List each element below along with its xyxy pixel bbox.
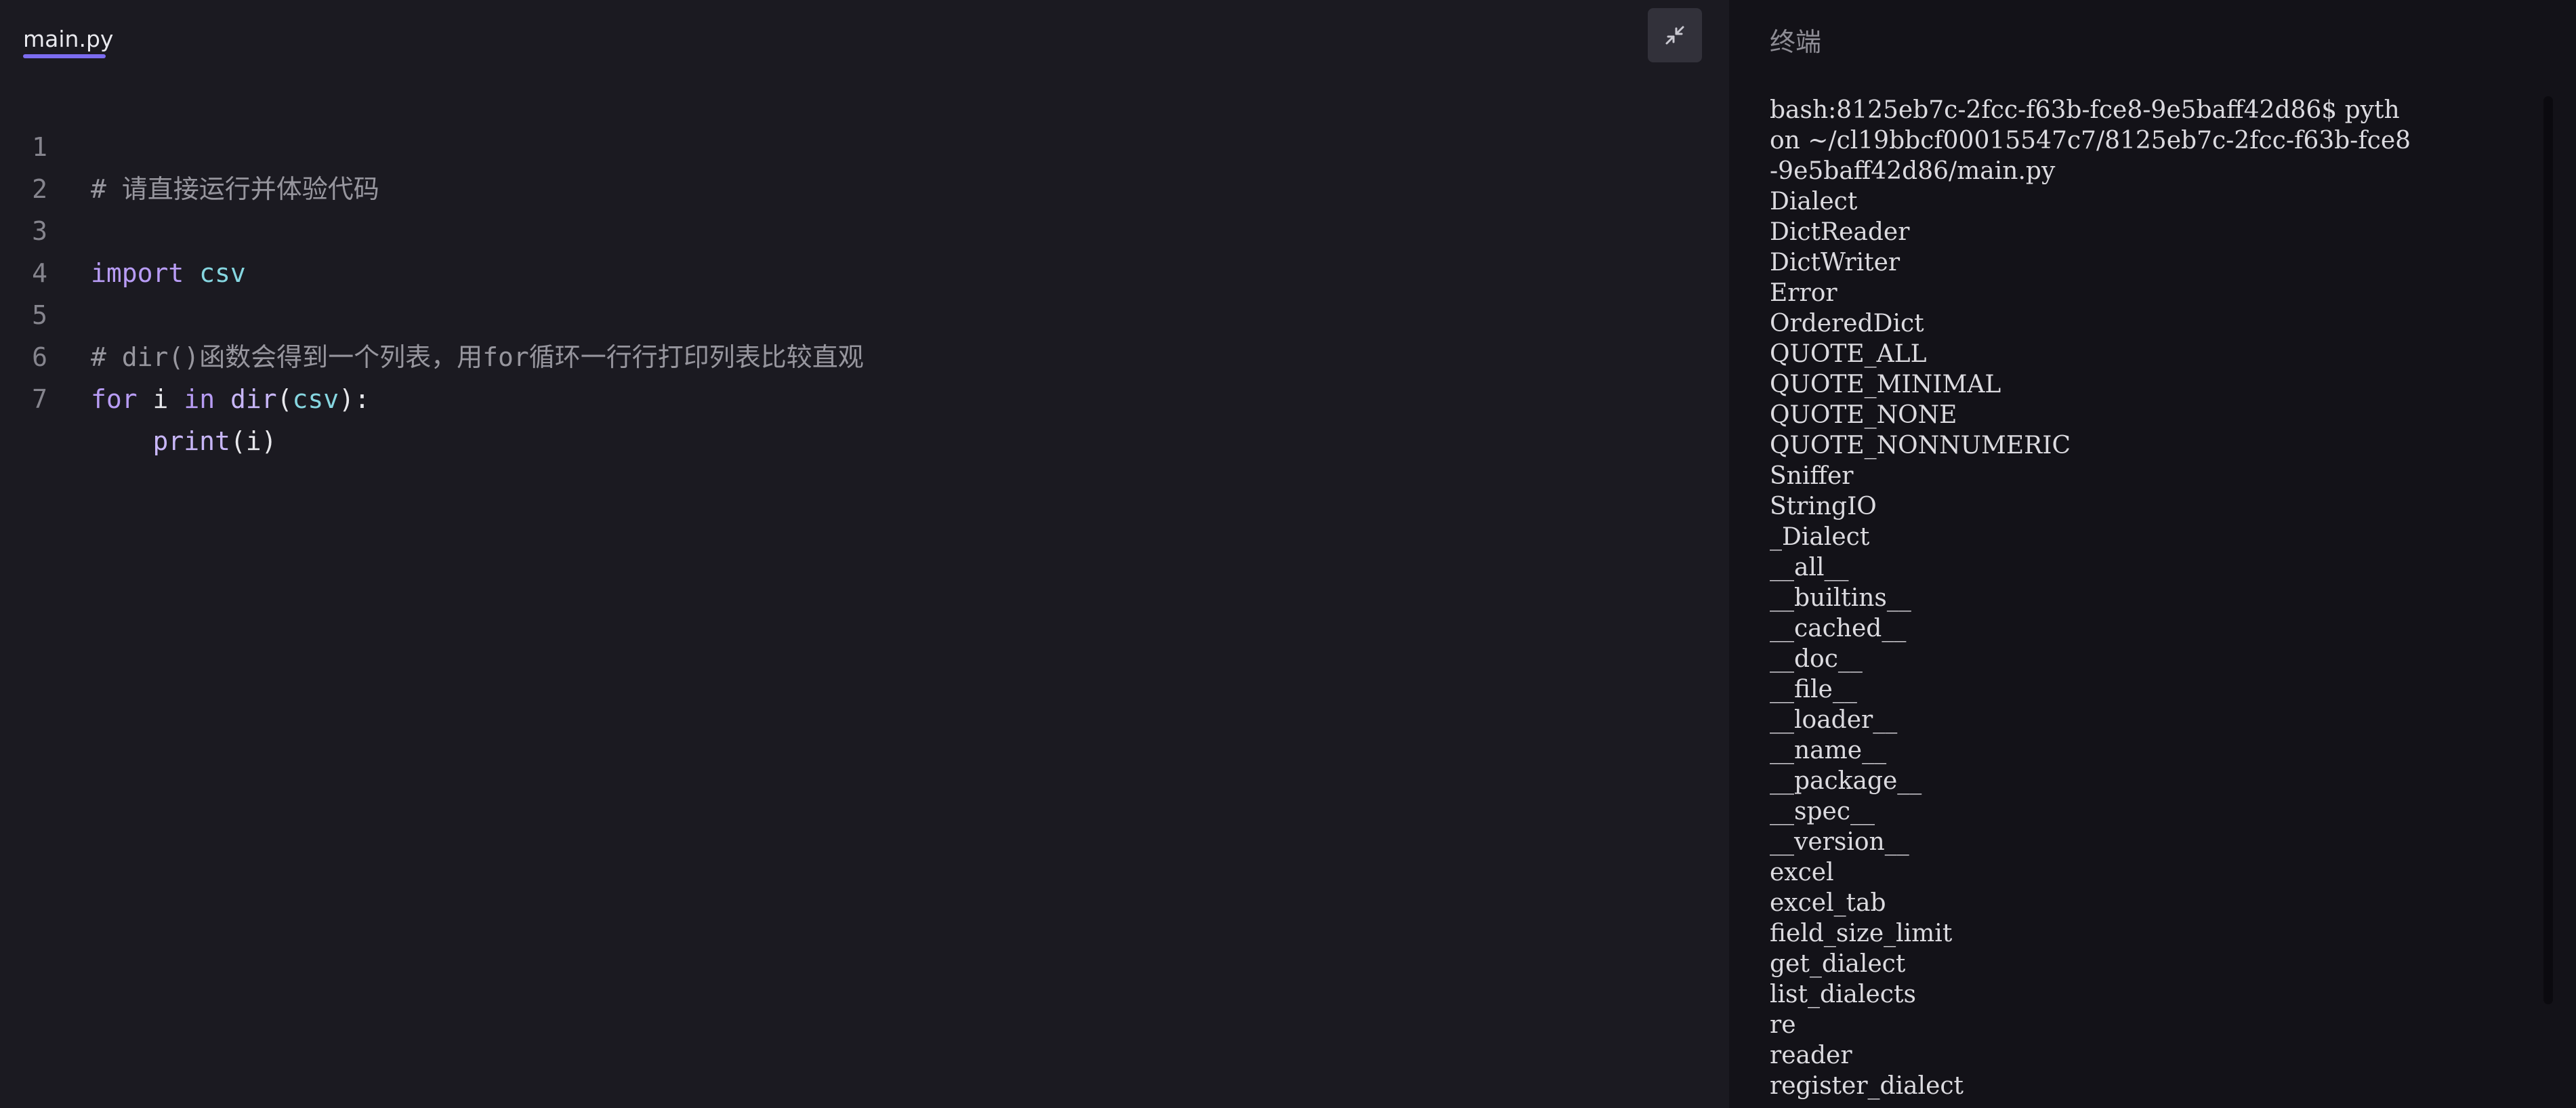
code-line: 1 # 请直接运行并体验代码 [0, 84, 1729, 204]
code-editor[interactable]: main.py 1 # 请直接运行并体验代码 2 3 import csv 4 … [0, 0, 1729, 1108]
terminal-line: Sniffer [1770, 462, 1854, 490]
terminal-line: _Dialect [1770, 523, 1870, 551]
module-name: csv [292, 384, 339, 414]
print-args: (i) [230, 426, 277, 456]
terminal-line: __loader__ [1770, 706, 1898, 734]
terminal-line: get_dialect [1770, 950, 1906, 978]
builtin-dir: dir [230, 384, 277, 414]
terminal-line: __spec__ [1770, 798, 1875, 825]
code-line: 3 import csv [0, 168, 1729, 288]
terminal-line: __doc__ [1770, 645, 1863, 673]
code-line: 5 # dir()函数会得到一个列表，用for循环一行行打印列表比较直观 [0, 252, 1729, 372]
active-tab-indicator [23, 54, 106, 58]
paren-open: ( [276, 384, 293, 414]
terminal-line: bash:8125eb7c-2fcc-f63b-fce8-9e5baff42d8… [1770, 96, 2400, 124]
line-number: 7 [32, 384, 47, 414]
code-line: 6 for i in dir(csv): [0, 294, 1729, 414]
terminal-line: __package__ [1770, 767, 1922, 795]
loop-variable: i [152, 384, 169, 414]
terminal-line: QUOTE_NONE [1770, 401, 1957, 429]
terminal-panel[interactable]: 终端 bash:8125eb7c-2fcc-f63b-fce8-9e5baff4… [1729, 0, 2576, 1108]
terminal-output[interactable]: bash:8125eb7c-2fcc-f63b-fce8-9e5baff42d8… [1770, 95, 2535, 1101]
terminal-line: field_size_limit [1770, 920, 1953, 947]
terminal-line: __name__ [1770, 737, 1887, 764]
terminal-line: excel_tab [1770, 889, 1886, 917]
terminal-scrollbar[interactable] [2543, 96, 2553, 1004]
terminal-line: QUOTE_MINIMAL [1770, 371, 2001, 398]
terminal-line: QUOTE_ALL [1770, 340, 1927, 368]
keyword-for: for [91, 384, 138, 414]
terminal-line: __version__ [1770, 828, 1909, 856]
terminal-line: DictReader [1770, 218, 1910, 246]
terminal-line: __builtins__ [1770, 584, 1911, 612]
builtin-print: print [152, 426, 230, 456]
collapse-arrows-icon [1665, 26, 1684, 45]
terminal-line: list_dialects [1770, 981, 1916, 1008]
terminal-line: on ~/cl19bbcf00015547c7/8125eb7c-2fcc-f6… [1770, 127, 2411, 155]
paren-close-colon: ): [339, 384, 370, 414]
terminal-line: __all__ [1770, 554, 1849, 581]
terminal-line: DictWriter [1770, 249, 1900, 276]
terminal-line: -9e5baff42d86/main.py [1770, 157, 2056, 185]
collapse-button[interactable] [1648, 8, 1702, 62]
code-line: 7 print(i) [0, 336, 1729, 456]
terminal-line: excel [1770, 859, 1834, 886]
terminal-line: Error [1770, 279, 1837, 307]
code-line: 4 [0, 210, 1729, 288]
terminal-line: re [1770, 1011, 1796, 1039]
keyword-in: in [184, 384, 215, 414]
code-line: 2 [0, 126, 1729, 204]
terminal-line: QUOTE_NONNUMERIC [1770, 432, 2071, 459]
terminal-line: reader [1770, 1042, 1852, 1069]
terminal-line: StringIO [1770, 493, 1877, 520]
terminal-line: OrderedDict [1770, 310, 1924, 337]
terminal-title: 终端 [1770, 27, 1822, 57]
terminal-line: __file__ [1770, 676, 1857, 703]
terminal-line: __cached__ [1770, 615, 1907, 642]
terminal-line: register_dialect [1770, 1072, 1964, 1100]
editor-tabbar: main.py [0, 0, 1729, 75]
terminal-line: Dialect [1770, 188, 1858, 216]
code-area[interactable]: 1 # 请直接运行并体验代码 2 3 import csv 4 5 # dir(… [0, 84, 1729, 456]
